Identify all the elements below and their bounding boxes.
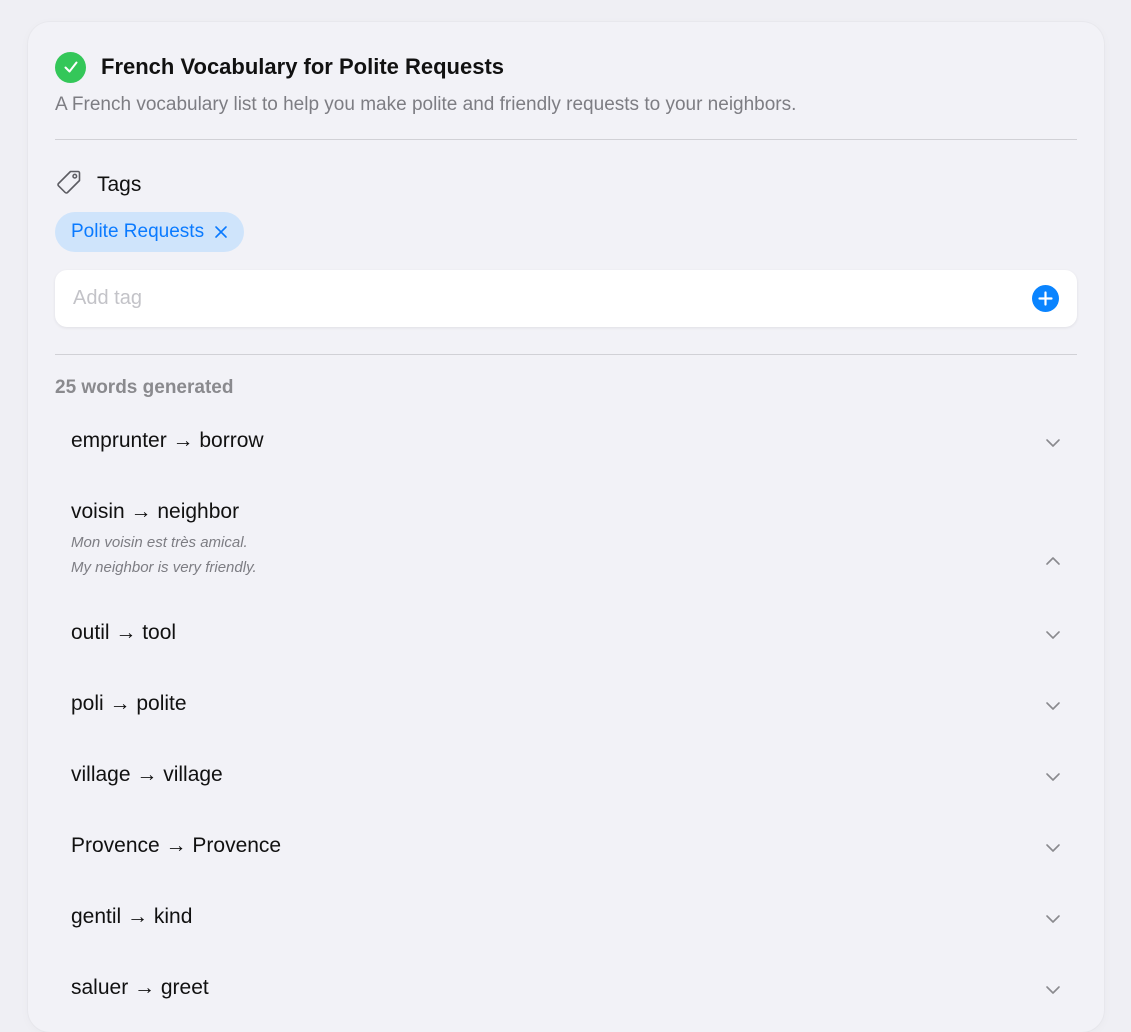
example-english: My neighbor is very friendly. — [71, 559, 257, 576]
vocabulary-card: French Vocabulary for Polite Requests A … — [28, 22, 1104, 1032]
remove-tag-icon[interactable] — [214, 225, 228, 239]
add-tag-input[interactable] — [71, 286, 1032, 311]
chevron-down-icon[interactable] — [1045, 701, 1061, 711]
chevron-down-icon[interactable] — [1045, 843, 1061, 853]
chevron-down-icon[interactable] — [1045, 914, 1061, 924]
word-pair: village → village — [71, 763, 223, 786]
example-french: Mon voisin est très amical. — [71, 534, 248, 551]
divider — [55, 139, 1077, 140]
chevron-down-icon[interactable] — [1045, 630, 1061, 640]
list-item[interactable]: Provence → Provence — [55, 813, 1077, 884]
chevron-up-icon[interactable] — [1045, 556, 1061, 566]
chevron-down-icon[interactable] — [1045, 985, 1061, 995]
word-pair: Provence → Provence — [71, 834, 282, 857]
word-pair: poli → polite — [71, 692, 187, 715]
tags-heading: Tags — [97, 172, 142, 196]
add-tag-button[interactable] — [1032, 285, 1059, 312]
word-pair: outil → tool — [71, 621, 177, 644]
word-pair: saluer → greet — [71, 976, 209, 999]
list-item[interactable]: gentil → kind — [55, 884, 1077, 955]
divider — [55, 354, 1077, 355]
list-item[interactable]: saluer → greet — [55, 955, 1077, 1026]
title-row: French Vocabulary for Polite Requests — [55, 51, 505, 83]
list-item[interactable]: outil → tool — [55, 600, 1077, 671]
add-tag-field — [55, 270, 1077, 327]
chevron-down-icon[interactable] — [1045, 772, 1061, 782]
word-pair: gentil → kind — [71, 905, 193, 928]
chevron-down-icon[interactable] — [1045, 438, 1061, 448]
plus-icon — [1038, 291, 1053, 306]
word-count: 25 words generated — [55, 377, 234, 398]
list-item[interactable]: poli → polite — [55, 671, 1077, 742]
tag-chip-label: Polite Requests — [71, 221, 205, 242]
page-title: French Vocabulary for Polite Requests — [101, 54, 505, 79]
checkmark-circle-icon — [55, 51, 86, 83]
page-description: A French vocabulary list to help you mak… — [55, 94, 797, 115]
word-pair: emprunter → borrow — [71, 429, 264, 452]
tags-header: Tags — [55, 168, 141, 201]
tag-icon — [55, 168, 83, 201]
list-item[interactable]: emprunter → borrow — [55, 408, 1077, 479]
word-list: emprunter → borrow voisin → neighbor Mon… — [55, 408, 1077, 1026]
word-pair: voisin → neighbor — [71, 500, 240, 523]
tag-chip[interactable]: Polite Requests — [55, 212, 245, 252]
list-item[interactable]: village → village — [55, 742, 1077, 813]
